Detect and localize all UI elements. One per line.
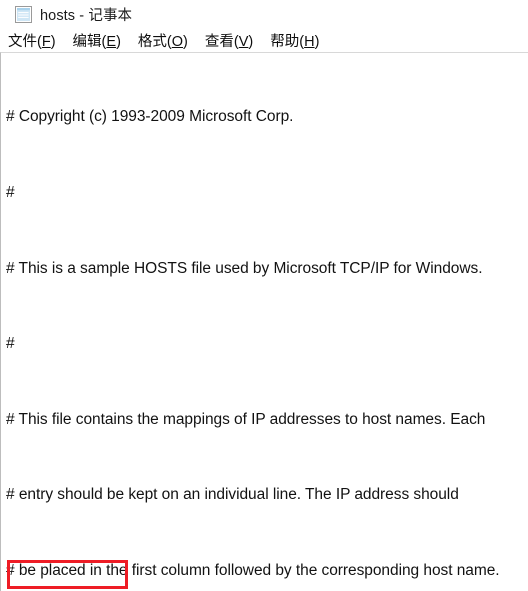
notepad-icon	[15, 5, 32, 23]
menu-item-edit-paren-close: )	[116, 33, 121, 50]
menu-item-help[interactable]: 帮助(H)	[270, 30, 319, 51]
menu-item-format-mnemonic: O	[171, 33, 184, 50]
menu-item-view-label: 查看	[204, 33, 234, 50]
menu-item-help-label: 帮助	[270, 33, 300, 50]
menu-item-view-mnemonic: V	[238, 33, 249, 50]
text-line: # entry should be kept on an individual …	[6, 486, 459, 504]
text-line: # Copyright (c) 1993-2009 Microsoft Corp…	[6, 108, 294, 126]
text-line: # be placed in the first column followed…	[6, 561, 500, 579]
hosts-file-content[interactable]: # Copyright (c) 1993-2009 Microsoft Corp…	[6, 54, 528, 591]
window-title: hosts - 记事本	[40, 7, 133, 24]
menu-item-format-label: 格式	[137, 33, 167, 50]
menu-item-help-mnemonic: H	[304, 33, 315, 50]
title-bar: hosts - 记事本	[0, 0, 528, 28]
menu-item-file[interactable]: 文件(F)	[8, 30, 56, 51]
menu-item-file-label: 文件	[8, 33, 37, 50]
menu-item-edit[interactable]: 编辑(E)	[73, 30, 121, 51]
text-area[interactable]: # Copyright (c) 1993-2009 Microsoft Corp…	[0, 52, 528, 591]
text-line: # This is a sample HOSTS file used by Mi…	[6, 259, 483, 277]
menu-item-view[interactable]: 查看(V)	[205, 30, 253, 51]
menu-item-edit-label: 编辑	[72, 33, 102, 50]
menu-item-help-paren-close: )	[314, 33, 320, 50]
text-line: # This file contains the mappings of IP …	[6, 410, 486, 428]
menu-item-edit-mnemonic: E	[106, 33, 117, 50]
menu-item-format[interactable]: 格式(O)	[138, 30, 188, 51]
notepad-window: hosts - 记事本 文件(F) 编辑(E) 格式(O) 查看(V) 帮助(H…	[0, 0, 528, 591]
menu-bar: 文件(F) 编辑(E) 格式(O) 查看(V) 帮助(H)	[0, 28, 528, 52]
menu-item-file-mnemonic: F	[41, 33, 51, 50]
menu-item-view-paren-close: )	[248, 33, 254, 50]
text-line: #	[6, 184, 15, 201]
menu-item-format-paren-close: )	[183, 33, 188, 50]
menu-item-file-paren-close: )	[50, 33, 56, 50]
text-line: #	[6, 335, 15, 353]
